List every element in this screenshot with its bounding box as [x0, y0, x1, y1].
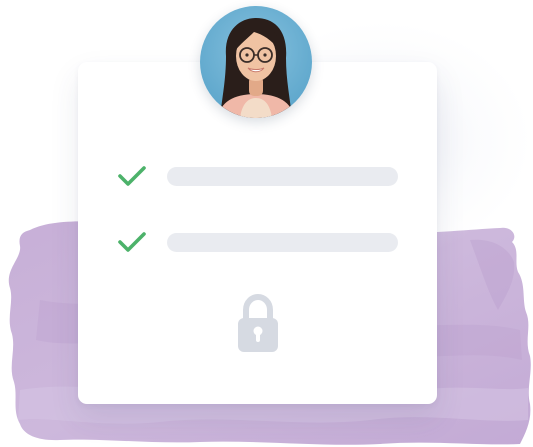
check-icon [118, 232, 146, 252]
padlock-icon [238, 294, 278, 352]
checklist-item [78, 230, 437, 254]
check-icon [118, 166, 146, 186]
placeholder-text-bar [167, 233, 398, 252]
placeholder-text-bar [167, 167, 398, 186]
avatar [200, 6, 312, 118]
checklist-item [78, 164, 437, 188]
user-avatar-photo [200, 6, 312, 118]
illustration [0, 0, 533, 447]
